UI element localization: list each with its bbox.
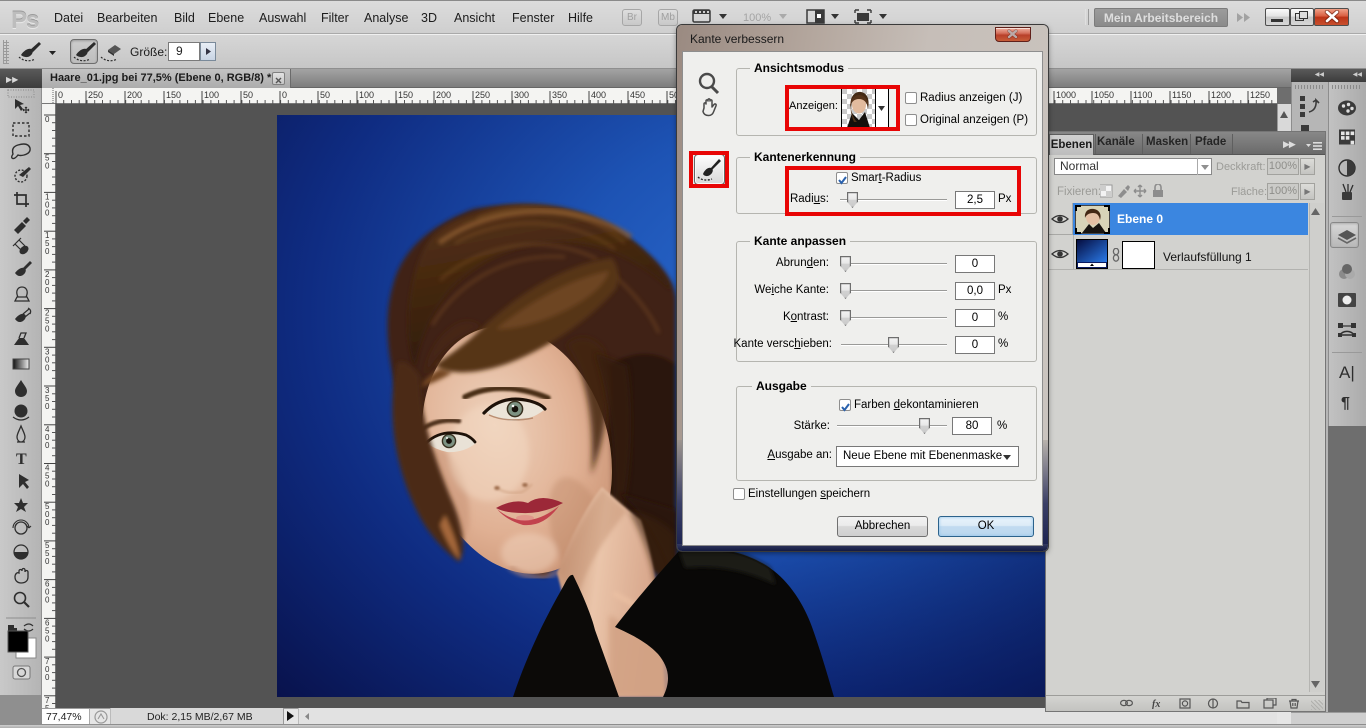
svg-text:150: 150 (166, 90, 181, 100)
svg-text:1100: 1100 (1133, 90, 1152, 100)
svg-text:A|: A| (1339, 363, 1355, 382)
svg-text:350: 350 (552, 90, 567, 100)
svg-text:1000: 1000 (1056, 90, 1076, 100)
svg-text:0: 0 (45, 673, 50, 682)
svg-text:0: 0 (282, 90, 287, 100)
svg-text:0: 0 (58, 90, 63, 100)
svg-text:250: 250 (88, 90, 103, 100)
svg-text:0: 0 (45, 596, 50, 605)
svg-text:T: T (16, 451, 27, 468)
svg-text:0: 0 (45, 634, 50, 643)
svg-text:0: 0 (45, 325, 50, 334)
svg-text:0: 0 (45, 480, 50, 489)
svg-text:100: 100 (204, 90, 219, 100)
svg-text:100: 100 (359, 90, 374, 100)
svg-text:0: 0 (45, 115, 50, 124)
svg-text:200: 200 (436, 90, 451, 100)
svg-text:300: 300 (514, 90, 529, 100)
svg-text:1200: 1200 (1211, 90, 1231, 100)
svg-text:0: 0 (45, 208, 50, 217)
svg-text:0: 0 (45, 557, 50, 566)
svg-text:450: 450 (630, 90, 645, 100)
svg-text:50: 50 (243, 90, 253, 100)
svg-text:0: 0 (45, 162, 50, 171)
svg-text:400: 400 (591, 90, 606, 100)
svg-text:100%: 100% (743, 12, 771, 24)
svg-text:0: 0 (45, 363, 50, 372)
svg-text:1250: 1250 (1250, 90, 1270, 100)
svg-text:50: 50 (320, 90, 330, 100)
svg-text:1050: 1050 (1094, 90, 1114, 100)
svg-text:0: 0 (45, 286, 50, 295)
svg-text:200: 200 (127, 90, 142, 100)
svg-text:250: 250 (475, 90, 490, 100)
svg-text:0: 0 (45, 402, 50, 411)
svg-text:0: 0 (45, 518, 50, 527)
svg-text:0: 0 (45, 247, 50, 256)
svg-text:0: 0 (45, 441, 50, 450)
svg-text:¶: ¶ (1341, 395, 1350, 412)
svg-text:fx: fx (1152, 699, 1160, 709)
svg-text:150: 150 (398, 90, 413, 100)
svg-text:1150: 1150 (1172, 90, 1191, 100)
